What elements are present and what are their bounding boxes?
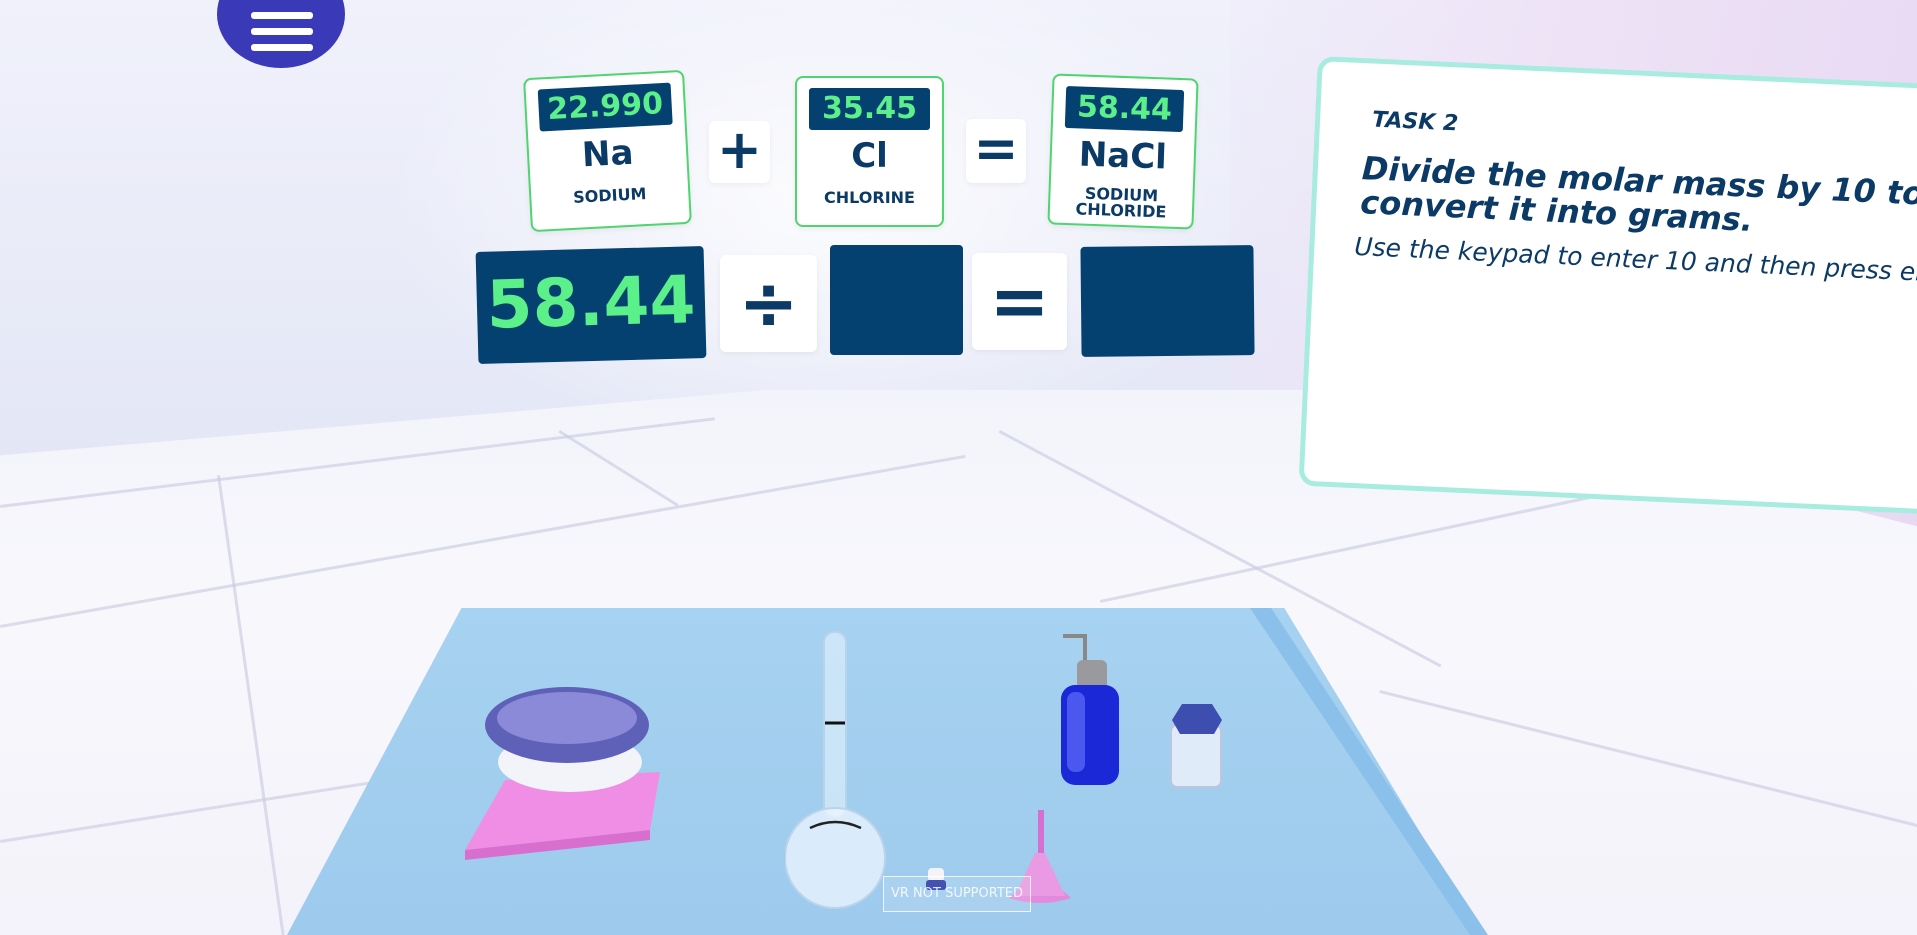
- salt-jar-icon[interactable]: [1168, 700, 1226, 790]
- atomic-mass: 22.990: [537, 82, 673, 132]
- lab-balance-icon[interactable]: [455, 680, 670, 875]
- divide-operator: ÷: [720, 255, 817, 352]
- plus-sign: +: [716, 118, 763, 181]
- vr-not-supported-button[interactable]: VR NOT SUPPORTED: [883, 876, 1031, 912]
- element-name: CHLORINE: [824, 188, 915, 207]
- task-label: TASK 2: [1371, 107, 1459, 137]
- equals-operator: =: [966, 119, 1026, 183]
- compound-name-line2: CHLORIDE: [1075, 199, 1167, 222]
- molar-mass: 58.44: [1064, 85, 1185, 133]
- volumetric-flask-icon[interactable]: [785, 628, 895, 918]
- result-box: [1080, 245, 1255, 357]
- element-card-sodium: 22.990 Na SODIUM: [523, 69, 692, 233]
- task-title: Divide the molar mass by 10 to convert i…: [1359, 149, 1917, 239]
- plus-operator: +: [709, 121, 770, 183]
- compound-formula: NaCl: [1078, 134, 1168, 178]
- divisor-input-box[interactable]: [830, 245, 963, 355]
- compound-card-sodium-chloride: 58.44 NaCl SODIUM CHLORIDE: [1047, 73, 1199, 230]
- wash-bottle-icon[interactable]: [1055, 630, 1125, 790]
- atomic-mass: 35.45: [809, 88, 930, 130]
- result-equals-operator: =: [972, 253, 1067, 350]
- dividend-value: 58.44: [485, 261, 697, 344]
- equals-sign: =: [973, 117, 1019, 180]
- element-name: SODIUM: [572, 184, 647, 207]
- divide-sign: ÷: [738, 261, 799, 345]
- equals-sign: =: [989, 259, 1050, 343]
- element-card-chlorine: 35.45 Cl CHLORINE: [795, 76, 944, 227]
- task-instruction: Use the keypad to enter 10 and then pres…: [1353, 231, 1917, 289]
- element-symbol: Na: [580, 132, 635, 176]
- dividend-box: 58.44: [475, 246, 707, 364]
- element-symbol: Cl: [851, 136, 888, 176]
- task-panel: TASK 2 Divide the molar mass by 10 to co…: [1298, 56, 1917, 516]
